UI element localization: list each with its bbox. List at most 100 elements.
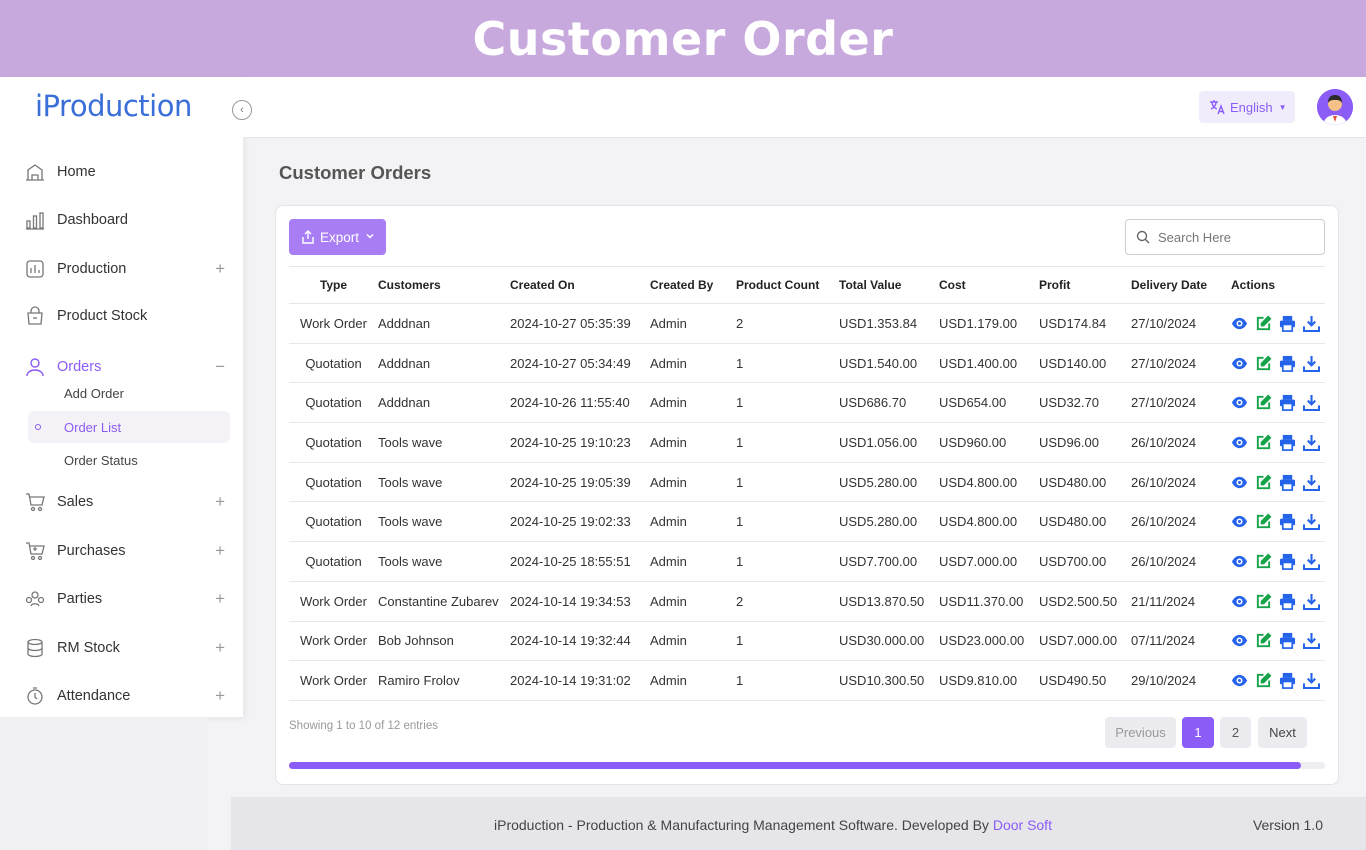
print-icon[interactable] <box>1279 513 1296 531</box>
edit-icon[interactable] <box>1255 315 1272 332</box>
edit-icon[interactable] <box>1255 513 1272 530</box>
view-icon[interactable] <box>1231 632 1248 649</box>
sidebar-item-purchases[interactable]: Purchases + <box>0 533 243 569</box>
download-icon[interactable] <box>1303 474 1320 491</box>
user-avatar[interactable] <box>1317 89 1353 125</box>
production-icon <box>25 259 45 279</box>
pagination-page-2[interactable]: 2 <box>1220 717 1251 748</box>
search-field[interactable] <box>1125 219 1325 255</box>
print-icon[interactable] <box>1279 553 1296 570</box>
download-icon[interactable] <box>1303 355 1320 372</box>
sidebar-subitem-order-list[interactable]: Order List <box>28 411 230 443</box>
download-icon[interactable] <box>1303 672 1320 690</box>
cell-customer: Constantine Zubarev <box>378 581 510 622</box>
table-row[interactable]: Quotation Adddnan 2024-10-27 05:34:49 Admin… <box>289 343 1325 384</box>
edit-icon[interactable] <box>1255 474 1272 491</box>
column-header-cost[interactable]: Cost <box>939 266 1039 304</box>
expand-icon[interactable]: + <box>215 541 225 561</box>
cell-total-value: USD30.000.00 <box>839 621 939 662</box>
sidebar-item-rm-stock[interactable]: RM Stock + <box>0 630 243 666</box>
cell-product-count: 1 <box>736 621 839 662</box>
table-row[interactable]: Quotation Tools wave 2024-10-25 18:55:51 Ad… <box>289 541 1325 582</box>
table-row[interactable]: Quotation Tools wave 2024-10-25 19:10:23 Ad… <box>289 422 1325 463</box>
app-logo[interactable]: iProduction <box>35 89 192 123</box>
pagination-next[interactable]: Next <box>1258 717 1307 748</box>
print-icon[interactable] <box>1279 434 1296 451</box>
table-row[interactable]: Work Order Constantine Zubarev 2024-10-14 … <box>289 581 1325 622</box>
pagination-page-1[interactable]: 1 <box>1182 717 1214 748</box>
cell-created-on: 2024-10-25 19:10:23 <box>510 422 650 463</box>
search-input[interactable] <box>1158 229 1308 245</box>
table-row[interactable]: Quotation Adddnan 2024-10-26 11:55:40 Admin… <box>289 382 1325 424</box>
edit-icon[interactable] <box>1255 632 1272 649</box>
expand-icon[interactable]: + <box>215 259 225 279</box>
view-icon[interactable] <box>1231 355 1248 372</box>
download-icon[interactable] <box>1303 315 1320 332</box>
print-icon[interactable] <box>1279 474 1296 491</box>
language-selector[interactable]: English ▼ <box>1199 91 1295 123</box>
print-icon[interactable] <box>1279 593 1296 610</box>
download-icon[interactable] <box>1303 394 1320 412</box>
expand-icon[interactable]: + <box>215 589 225 609</box>
sidebar-subitem-add-order[interactable]: Add Order <box>28 377 230 409</box>
edit-icon[interactable] <box>1255 394 1272 411</box>
sidebar-item-dashboard[interactable]: Dashboard <box>0 202 243 238</box>
view-icon[interactable] <box>1231 434 1248 451</box>
export-button[interactable]: Export <box>289 219 386 255</box>
active-dot-icon <box>35 424 41 430</box>
cell-actions <box>1231 581 1325 622</box>
view-icon[interactable] <box>1231 553 1248 570</box>
column-header-created-on[interactable]: Created On <box>510 266 650 304</box>
table-row[interactable]: Work Order Adddnan 2024-10-27 05:35:39 Admi… <box>289 303 1325 344</box>
sidebar-item-parties[interactable]: Parties + <box>0 581 243 617</box>
sidebar-subitem-order-status[interactable]: Order Status <box>28 444 230 476</box>
edit-icon[interactable] <box>1255 355 1272 372</box>
edit-icon[interactable] <box>1255 672 1272 689</box>
expand-icon[interactable]: + <box>215 686 225 706</box>
view-icon[interactable] <box>1231 315 1248 332</box>
download-icon[interactable] <box>1303 434 1320 451</box>
export-label: Export <box>320 229 360 245</box>
download-icon[interactable] <box>1303 553 1320 570</box>
table-row[interactable]: Work Order Ramiro Frolov 2024-10-14 19:31:… <box>289 660 1325 701</box>
column-header-product-count[interactable]: Product Count <box>736 266 839 304</box>
print-icon[interactable] <box>1279 394 1296 412</box>
cell-delivery-date: 27/10/2024 <box>1131 382 1231 424</box>
column-header-customers[interactable]: Customers <box>378 266 510 304</box>
print-icon[interactable] <box>1279 315 1296 332</box>
view-icon[interactable] <box>1231 513 1248 530</box>
print-icon[interactable] <box>1279 672 1296 689</box>
download-icon[interactable] <box>1303 513 1320 531</box>
column-header-delivery-date[interactable]: Delivery Date <box>1131 266 1231 304</box>
table-row[interactable]: Quotation Tools wave 2024-10-25 19:05:39 Ad… <box>289 462 1325 503</box>
column-header-created-by[interactable]: Created By <box>650 266 736 304</box>
view-icon[interactable] <box>1231 672 1248 689</box>
view-icon[interactable] <box>1231 474 1248 491</box>
view-icon[interactable] <box>1231 593 1248 610</box>
table-row[interactable]: Work Order Bob Johnson 2024-10-14 19:32:44… <box>289 621 1325 662</box>
download-icon[interactable] <box>1303 593 1320 610</box>
expand-icon[interactable]: + <box>215 492 225 512</box>
footer-developer-link[interactable]: Door Soft <box>993 817 1052 833</box>
sidebar-item-production[interactable]: Production + <box>0 251 243 287</box>
sidebar-item-attendance[interactable]: Attendance + <box>0 678 243 714</box>
sidebar-item-product-stock[interactable]: Product Stock <box>0 298 243 334</box>
edit-icon[interactable] <box>1255 553 1272 570</box>
table-row[interactable]: Quotation Tools wave 2024-10-25 19:02:33 Ad… <box>289 501 1325 543</box>
print-icon[interactable] <box>1279 632 1296 650</box>
pagination-previous[interactable]: Previous <box>1105 717 1176 748</box>
sidebar-item-home[interactable]: Home <box>0 154 243 190</box>
column-header-profit[interactable]: Profit <box>1039 266 1131 304</box>
edit-icon[interactable] <box>1255 593 1272 610</box>
horizontal-scrollbar-thumb[interactable] <box>289 762 1301 769</box>
print-icon[interactable] <box>1279 355 1296 372</box>
sidebar-item-sales[interactable]: Sales + <box>0 484 243 520</box>
column-header-type[interactable]: Type <box>289 266 378 304</box>
expand-icon[interactable]: + <box>215 638 225 658</box>
sidebar-collapse-icon[interactable]: ‹ <box>232 100 252 120</box>
collapse-icon[interactable]: − <box>215 357 225 377</box>
column-header-total-value[interactable]: Total Value <box>839 266 939 304</box>
view-icon[interactable] <box>1231 394 1248 411</box>
edit-icon[interactable] <box>1255 434 1272 451</box>
download-icon[interactable] <box>1303 632 1320 650</box>
